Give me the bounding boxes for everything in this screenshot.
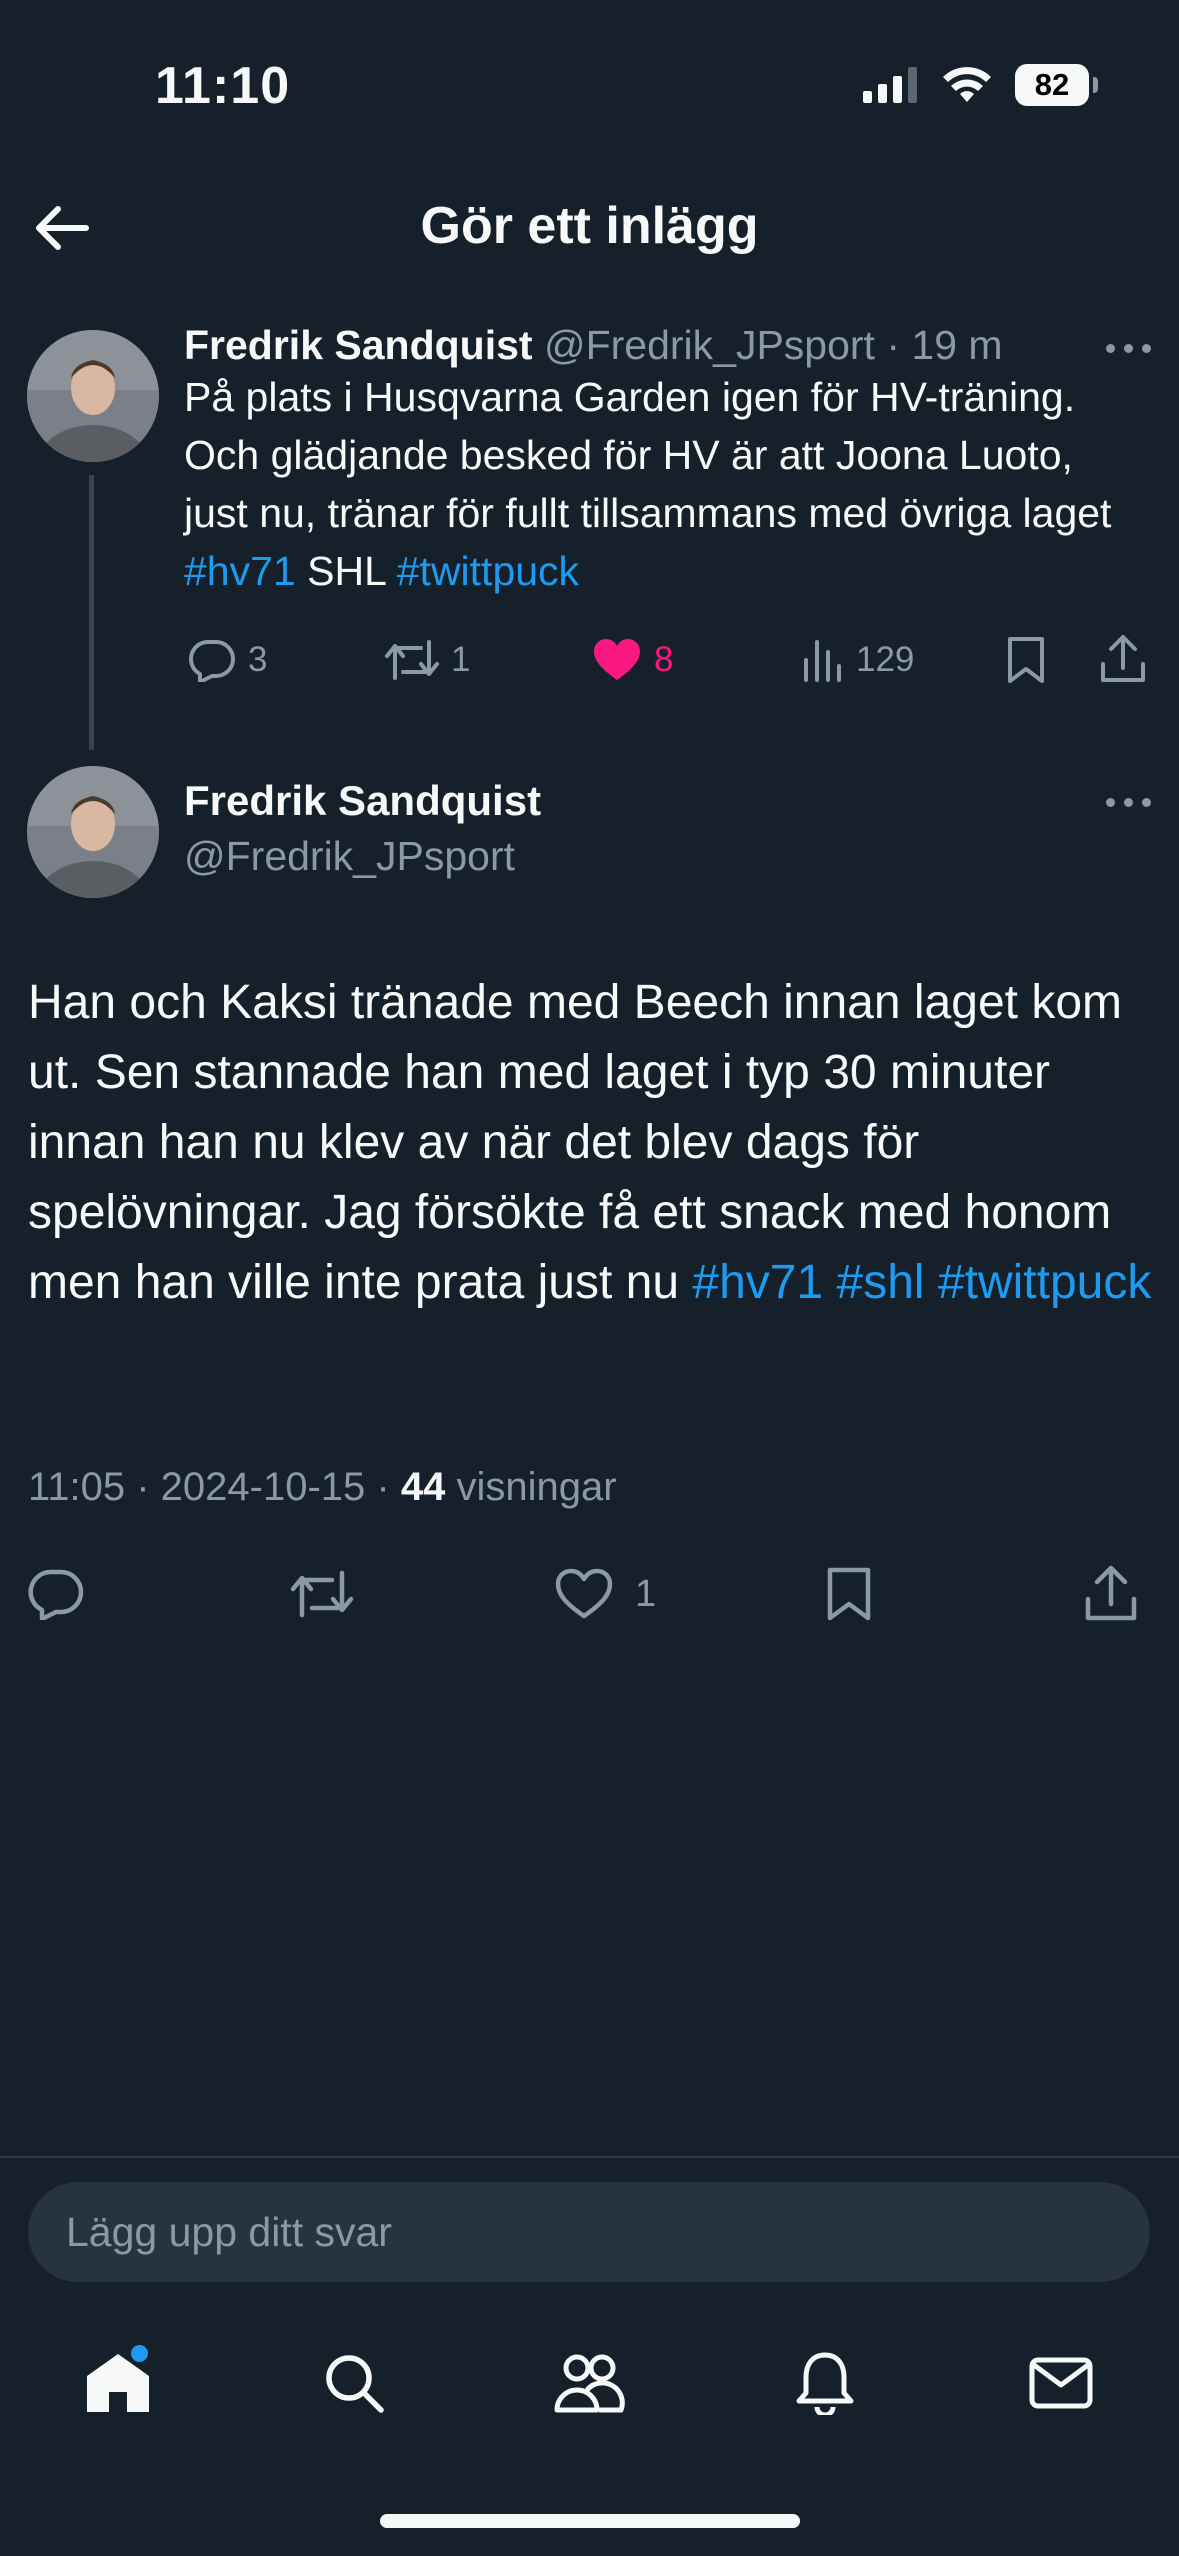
battery-indicator: 82 <box>1015 64 1098 106</box>
comment-icon <box>28 1569 84 1620</box>
author-name[interactable]: Fredrik Sandquist <box>184 322 533 368</box>
thread-line <box>89 475 94 750</box>
author-name[interactable]: Fredrik Sandquist <box>184 777 541 825</box>
post-text <box>823 1256 836 1309</box>
reply-composer[interactable] <box>28 2182 1150 2282</box>
tab-home[interactable] <box>58 2323 178 2443</box>
tab-notifications[interactable] <box>765 2323 885 2443</box>
bookmark-button[interactable] <box>826 1566 872 1622</box>
avatar-image <box>27 330 159 462</box>
avatar[interactable] <box>27 330 159 462</box>
tab-communities[interactable] <box>529 2323 649 2443</box>
author-handle[interactable]: @Fredrik_JPsport <box>184 833 515 880</box>
status-icons: 82 <box>863 64 1098 106</box>
view-count: 129 <box>856 640 915 679</box>
bookmark-button[interactable] <box>1007 636 1045 684</box>
like-count: 8 <box>654 640 674 679</box>
status-time: 11:10 <box>155 57 291 115</box>
hashtag-link[interactable]: #twittpuck <box>397 548 579 594</box>
repost-button[interactable]: 1 <box>385 638 470 682</box>
parent-post-header: Fredrik Sandquist @Fredrik_JPsport · 19 … <box>184 322 1003 369</box>
tab-search[interactable] <box>294 2323 414 2443</box>
page-title: Gör ett inlägg <box>420 197 759 255</box>
avatar[interactable] <box>27 766 159 898</box>
share-icon <box>1085 1565 1137 1621</box>
bell-icon <box>796 2352 854 2415</box>
author-handle[interactable]: @Fredrik_JPsport <box>544 322 875 368</box>
hashtag-link[interactable]: #shl <box>837 1256 925 1309</box>
notification-dot <box>130 2345 148 2362</box>
reply-input[interactable] <box>64 2207 1068 2257</box>
reply-button[interactable]: 3 <box>188 638 267 682</box>
more-icon <box>1106 798 1115 807</box>
reply-post-text: Han och Kaksi tränade med Beech innan la… <box>28 968 1158 1318</box>
search-icon <box>325 2355 384 2413</box>
analytics-icon <box>804 640 841 682</box>
avatar-image <box>27 766 159 898</box>
mail-icon <box>1029 2357 1093 2409</box>
like-button[interactable]: 8 <box>592 638 673 682</box>
post-meta: 11:05 · 2024-10-15 · 44 visningar <box>28 1465 617 1510</box>
communities-icon <box>554 2354 626 2413</box>
views-label: visningar <box>445 1465 617 1509</box>
bookmark-icon <box>827 1567 871 1621</box>
reply-button[interactable] <box>28 1568 84 1620</box>
hashtag-link[interactable]: #hv71 <box>184 548 296 594</box>
like-count: 1 <box>635 1572 657 1615</box>
share-button[interactable] <box>1100 634 1146 684</box>
view-count[interactable]: 44 <box>401 1465 446 1509</box>
post-text: På plats i Husqvarna Garden igen för HV-… <box>184 374 1112 536</box>
parent-post-text: På plats i Husqvarna Garden igen för HV-… <box>184 368 1144 600</box>
signal-icon <box>863 67 917 103</box>
wifi-icon <box>943 67 991 102</box>
more-options-button[interactable] <box>1106 798 1151 807</box>
repost-count: 1 <box>451 640 471 679</box>
bookmark-icon <box>1008 637 1044 683</box>
more-options-button[interactable] <box>1106 344 1151 353</box>
reply-count: 3 <box>248 640 268 679</box>
hashtag-link[interactable]: #twittpuck <box>938 1256 1151 1309</box>
post-timestamp: 11:05 · 2024-10-15 · <box>28 1465 401 1509</box>
post-time: · 19 m <box>886 322 1003 368</box>
home-indicator <box>380 2514 800 2528</box>
heart-icon <box>555 1568 613 1619</box>
composer-divider <box>0 2156 1179 2158</box>
comment-icon <box>189 640 235 682</box>
like-button[interactable]: 1 <box>555 1568 656 1620</box>
more-icon <box>1106 344 1115 353</box>
post-text: SHL <box>295 548 397 594</box>
tab-bar <box>0 2318 1179 2448</box>
repost-icon <box>385 640 439 680</box>
share-icon <box>1101 635 1145 682</box>
views-button[interactable]: 129 <box>802 638 914 682</box>
battery-level: 82 <box>1034 67 1070 102</box>
repost-button[interactable] <box>290 1568 354 1620</box>
hashtag-link[interactable]: #hv71 <box>692 1256 823 1309</box>
tab-messages[interactable] <box>1001 2323 1121 2443</box>
post-text <box>925 1256 938 1309</box>
repost-icon <box>290 1570 354 1618</box>
heart-filled-icon <box>594 639 640 680</box>
share-button[interactable] <box>1084 1564 1138 1622</box>
